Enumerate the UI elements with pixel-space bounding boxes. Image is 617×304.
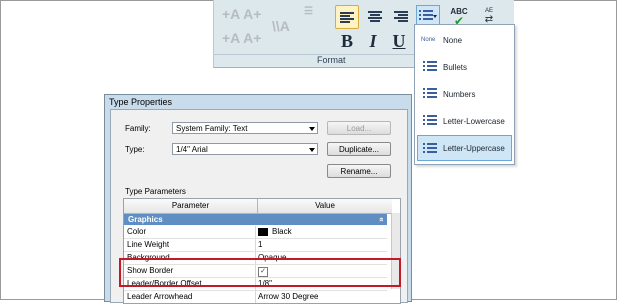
dropdown-arrow-icon — [309, 127, 315, 131]
list-option-none[interactable]: None None — [417, 27, 512, 53]
letter-lowercase-icon — [423, 113, 437, 128]
bold-button[interactable]: B — [338, 30, 356, 52]
parameters-table: Parameter Value Graphics » Color Black L… — [123, 198, 401, 304]
italic-button[interactable]: I — [364, 30, 382, 52]
family-combo[interactable]: System Family: Text — [172, 122, 318, 134]
list-option-bullets[interactable]: Bullets — [417, 54, 512, 80]
type-value: 1/4" Arial — [176, 145, 208, 154]
list-option-label: Letter-Uppercase — [443, 143, 505, 153]
align-center-icon — [368, 10, 382, 23]
type-label: Type: — [125, 145, 145, 154]
type-parameters-label: Type Parameters — [125, 187, 186, 196]
decrease-text-size-icon[interactable]: +A A+ — [222, 30, 261, 46]
column-divider — [255, 291, 256, 303]
underline-label: U — [392, 30, 406, 51]
list-style-dropdown: None None Bullets Numbers Letter-Lowerca… — [414, 24, 515, 165]
list-option-label: Letter-Lowercase — [443, 116, 505, 126]
load-button[interactable]: Load... — [327, 121, 391, 135]
param-value: 1 — [258, 240, 263, 249]
align-center-button[interactable] — [364, 5, 386, 27]
column-header-label: Parameter — [171, 201, 210, 210]
ribbon-panel-footer — [214, 54, 414, 67]
family-value: System Family: Text — [176, 124, 248, 133]
load-label: Load... — [346, 124, 372, 133]
increase-text-size-icon[interactable]: +A A+ — [222, 6, 261, 22]
collapse-icon: » — [376, 217, 386, 222]
align-left-button[interactable] — [335, 5, 359, 29]
italic-label: I — [369, 30, 377, 51]
column-divider — [255, 226, 256, 238]
align-left-icon — [340, 11, 354, 24]
param-value: Arrow 30 Degree — [258, 292, 319, 301]
list-option-label: Numbers — [443, 89, 476, 99]
underline-button[interactable]: U — [390, 30, 408, 52]
dialog-title: Type Properties — [109, 97, 173, 107]
param-name: Line Weight — [127, 240, 170, 249]
bullets-icon — [423, 59, 437, 74]
text-style-icon[interactable]: ☰ — [304, 6, 313, 17]
column-header-value[interactable]: Value — [258, 199, 392, 214]
dropdown-arrow-icon — [433, 15, 437, 18]
column-divider — [255, 239, 256, 251]
text-direction-icon[interactable]: \\A — [272, 18, 290, 34]
align-right-button[interactable] — [390, 5, 412, 27]
group-header-graphics[interactable]: Graphics » — [124, 214, 387, 225]
list-option-letter-uppercase[interactable]: Letter-Uppercase — [417, 135, 512, 161]
table-row[interactable]: Line Weight 1 — [124, 239, 387, 252]
duplicate-label: Duplicate... — [338, 145, 380, 154]
list-icon — [419, 8, 433, 23]
bold-label: B — [340, 30, 353, 51]
dropdown-arrow-icon — [309, 148, 315, 152]
rename-button[interactable]: Rename... — [327, 164, 391, 178]
list-option-label: None — [443, 35, 463, 45]
list-option-label: Bullets — [443, 62, 468, 72]
param-value: Black — [272, 227, 292, 236]
color-swatch — [258, 228, 268, 236]
letter-uppercase-icon — [423, 141, 437, 156]
column-header-label: Value — [315, 201, 335, 210]
table-row[interactable]: Leader Arrowhead Arrow 30 Degree — [124, 291, 387, 303]
format-panel-label: Format — [317, 55, 346, 65]
none-icon: None — [421, 37, 436, 43]
list-option-letter-lowercase[interactable]: Letter-Lowercase — [417, 108, 512, 134]
list-option-numbers[interactable]: Numbers — [417, 81, 512, 107]
group-label: Graphics — [128, 215, 163, 224]
highlight-box — [119, 258, 401, 287]
type-combo[interactable]: 1/4" Arial — [172, 143, 318, 155]
table-row[interactable]: Color Black — [124, 226, 387, 239]
param-name: Color — [127, 227, 147, 236]
align-right-icon — [394, 10, 408, 23]
family-label: Family: — [125, 124, 151, 133]
rename-label: Rename... — [340, 167, 378, 176]
param-name: Leader Arrowhead — [127, 292, 193, 301]
column-header-parameter[interactable]: Parameter — [124, 199, 258, 214]
find-replace-icon: ⇄ — [484, 13, 494, 25]
duplicate-button[interactable]: Duplicate... — [327, 142, 391, 156]
numbers-icon — [423, 86, 437, 101]
